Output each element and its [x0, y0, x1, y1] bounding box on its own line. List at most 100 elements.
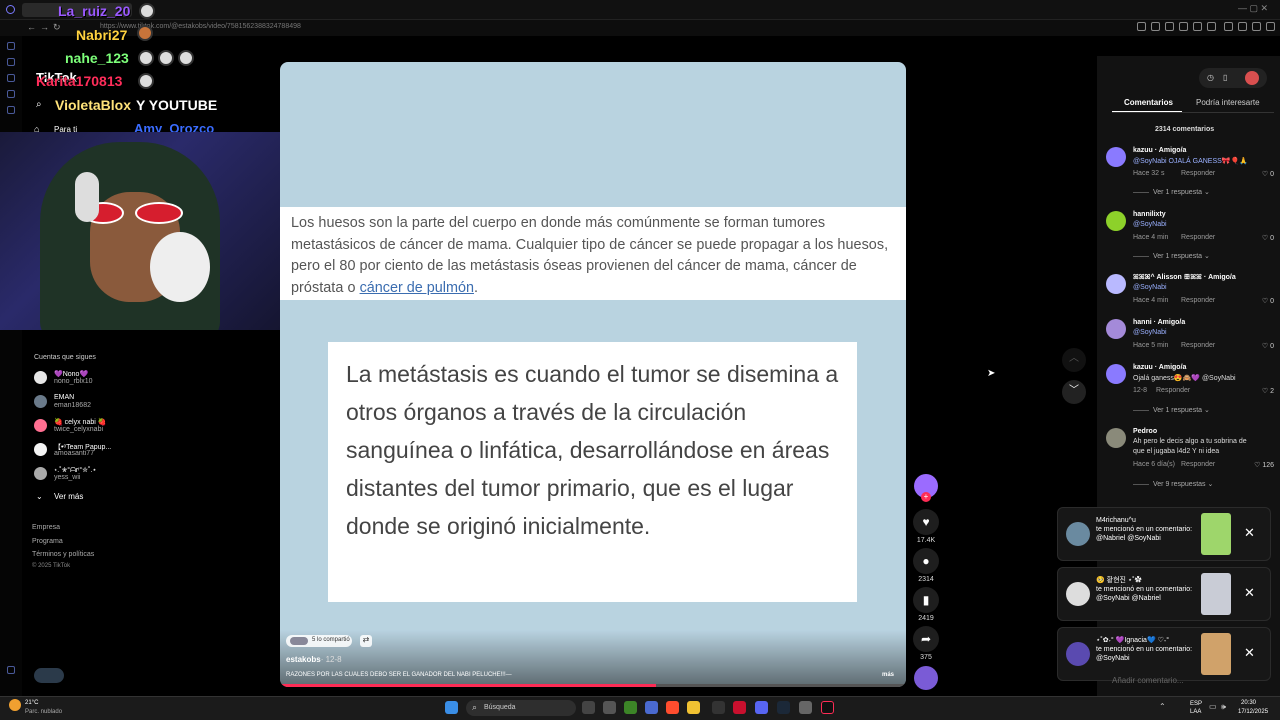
comment-like[interactable]: ♡ 0	[1262, 170, 1274, 178]
avatar[interactable]	[34, 467, 47, 480]
tab-comments[interactable]: Comentarios	[1124, 98, 1173, 107]
close-icon[interactable]: ✕	[1244, 585, 1255, 601]
back-icon[interactable]: ←	[27, 22, 36, 32]
avatar[interactable]	[34, 419, 47, 432]
see-more-link[interactable]: Ver más	[54, 492, 83, 501]
tiktok-icon[interactable]	[821, 701, 834, 714]
extension-icon[interactable]	[1137, 22, 1146, 31]
footer-link[interactable]: Términos y políticas	[32, 551, 94, 558]
clock-date[interactable]: 17/12/2025	[1238, 709, 1268, 715]
phone-icon[interactable]: ▯	[1223, 73, 1227, 82]
search-icon[interactable]: ⌕	[36, 99, 42, 110]
close-icon[interactable]: ✕	[1244, 525, 1255, 541]
extension-icon[interactable]	[1179, 22, 1188, 31]
discord-icon[interactable]	[755, 701, 768, 714]
sidebar-app-icon[interactable]	[7, 90, 15, 98]
add-comment-input[interactable]: Añadir comentario...	[1112, 676, 1184, 685]
comment-author[interactable]: kazuu · Amigo/a	[1133, 364, 1186, 371]
see-replies[interactable]: Ver 9 respuestas ⌄	[1133, 480, 1213, 488]
video-author[interactable]: estakobs· 12-8	[286, 655, 342, 664]
obs-icon[interactable]	[799, 701, 812, 714]
see-replies[interactable]: Ver 1 respuesta ⌄	[1133, 406, 1210, 414]
reply-button[interactable]: Responder	[1181, 297, 1215, 304]
play-icon[interactable]	[1193, 22, 1202, 31]
chevron-down-icon[interactable]: ﹀	[1062, 380, 1086, 404]
reply-button[interactable]: Responder	[1181, 234, 1215, 241]
progress-bar[interactable]	[280, 684, 906, 687]
comment-author[interactable]: kazuu · Amigo/a	[1133, 147, 1186, 154]
following-name[interactable]: 💜Nono💜	[54, 370, 88, 378]
extension-icon[interactable]	[1224, 22, 1233, 31]
shared-pill[interactable]: 5 lo compartió	[286, 635, 352, 647]
search-box[interactable]: ⌕ Búsqueda	[466, 700, 576, 716]
clock-time[interactable]: 20:30	[1241, 700, 1256, 706]
comment-like[interactable]: ♡ 0	[1262, 342, 1274, 350]
language-code[interactable]: ESP	[1190, 701, 1202, 707]
timer-icon[interactable]: ◷	[1207, 73, 1214, 82]
sound-disc[interactable]	[914, 666, 938, 690]
more-icon[interactable]	[1266, 22, 1275, 31]
extension-icon[interactable]	[1165, 22, 1174, 31]
save-button[interactable]: ▮	[913, 587, 939, 613]
forward-icon[interactable]: →	[40, 22, 49, 32]
avatar[interactable]	[34, 371, 47, 384]
like-button[interactable]: ♥	[913, 509, 939, 535]
footer-link[interactable]: Programa	[32, 538, 63, 545]
avatar[interactable]	[34, 443, 47, 456]
folder-icon[interactable]	[687, 701, 700, 714]
avatar[interactable]	[1106, 428, 1126, 448]
see-replies[interactable]: Ver 1 respuesta ⌄	[1133, 188, 1210, 196]
tray-chevron-icon[interactable]: ⌃	[1159, 702, 1166, 711]
avatar[interactable]	[1106, 364, 1126, 384]
comment-like[interactable]: ♡ 0	[1262, 297, 1274, 305]
app-icon[interactable]	[712, 701, 725, 714]
see-replies-label[interactable]: Ver 1 respuesta ⌄	[1153, 253, 1210, 260]
chevron-down-icon[interactable]: ⌄	[36, 492, 43, 501]
start-icon[interactable]	[445, 701, 458, 714]
sidebar-app-icon[interactable]	[7, 42, 15, 50]
extension-icon[interactable]	[1151, 22, 1160, 31]
tab-interest[interactable]: Podría interesarte	[1196, 98, 1260, 107]
comment-author[interactable]: ꕤꕤꕤ^ Alisson ꕥꕤꕤ · Amigo/a	[1133, 274, 1236, 282]
url-text[interactable]: https://www.tiktok.com/@estakobs/video/7…	[100, 23, 301, 30]
comment-author[interactable]: hannilixty	[1133, 211, 1166, 218]
avatar[interactable]	[34, 395, 47, 408]
language-layout[interactable]: LAA	[1190, 709, 1201, 715]
download-icon[interactable]	[1238, 22, 1247, 31]
volume-icon[interactable]: 🕪	[1221, 702, 1226, 712]
comment-like[interactable]: ♡ 2	[1262, 387, 1274, 395]
avatar[interactable]	[1106, 319, 1126, 339]
menu-icon[interactable]	[1252, 22, 1261, 31]
app-icon[interactable]	[603, 701, 616, 714]
app-icon[interactable]	[645, 701, 658, 714]
weather-icon[interactable]	[9, 699, 21, 711]
reply-button[interactable]: Responder	[1181, 342, 1215, 349]
repost-icon[interactable]: ⇄	[360, 635, 372, 647]
comment-author[interactable]: Pedroo	[1133, 428, 1157, 435]
see-replies-label[interactable]: Ver 9 respuestas ⌄	[1153, 481, 1213, 488]
following-name[interactable]: 🍓 celyx nabi 🍓	[54, 418, 106, 426]
reply-button[interactable]: Responder	[1156, 387, 1190, 394]
comment-like[interactable]: ♡ 0	[1262, 234, 1274, 242]
following-name[interactable]: EMAN	[54, 394, 74, 401]
minecraft-icon[interactable]	[624, 701, 637, 714]
chevron-up-icon[interactable]: ︿	[1062, 348, 1086, 372]
mention-notification[interactable]: ⋆˚✿˖° 💜Ignacia💙 ♡˖° te mencionó en un com…	[1057, 627, 1271, 681]
author-name[interactable]: estakobs	[286, 655, 321, 664]
sidebar-app-icon[interactable]	[7, 106, 15, 114]
video-player[interactable]: Los huesos son la parte del cuerpo en do…	[280, 62, 906, 687]
avatar[interactable]	[1106, 274, 1126, 294]
steam-icon[interactable]	[777, 701, 790, 714]
profile-avatar[interactable]	[1245, 71, 1259, 85]
mention-notification[interactable]: M4richanu^u te mencionó en un comentario:…	[1057, 507, 1271, 561]
sidebar-app-icon[interactable]	[7, 58, 15, 66]
follow-plus-icon[interactable]: +	[921, 492, 931, 502]
reply-button[interactable]: Responder	[1181, 461, 1215, 468]
see-replies-label[interactable]: Ver 1 respuesta ⌄	[1153, 189, 1210, 196]
heart-icon[interactable]	[1207, 22, 1216, 31]
opera-icon[interactable]	[733, 701, 746, 714]
comment-button[interactable]: ●	[913, 548, 939, 574]
network-icon[interactable]: ▭	[1209, 702, 1217, 711]
taskview-icon[interactable]	[582, 701, 595, 714]
close-icon[interactable]: ✕	[1244, 645, 1255, 661]
